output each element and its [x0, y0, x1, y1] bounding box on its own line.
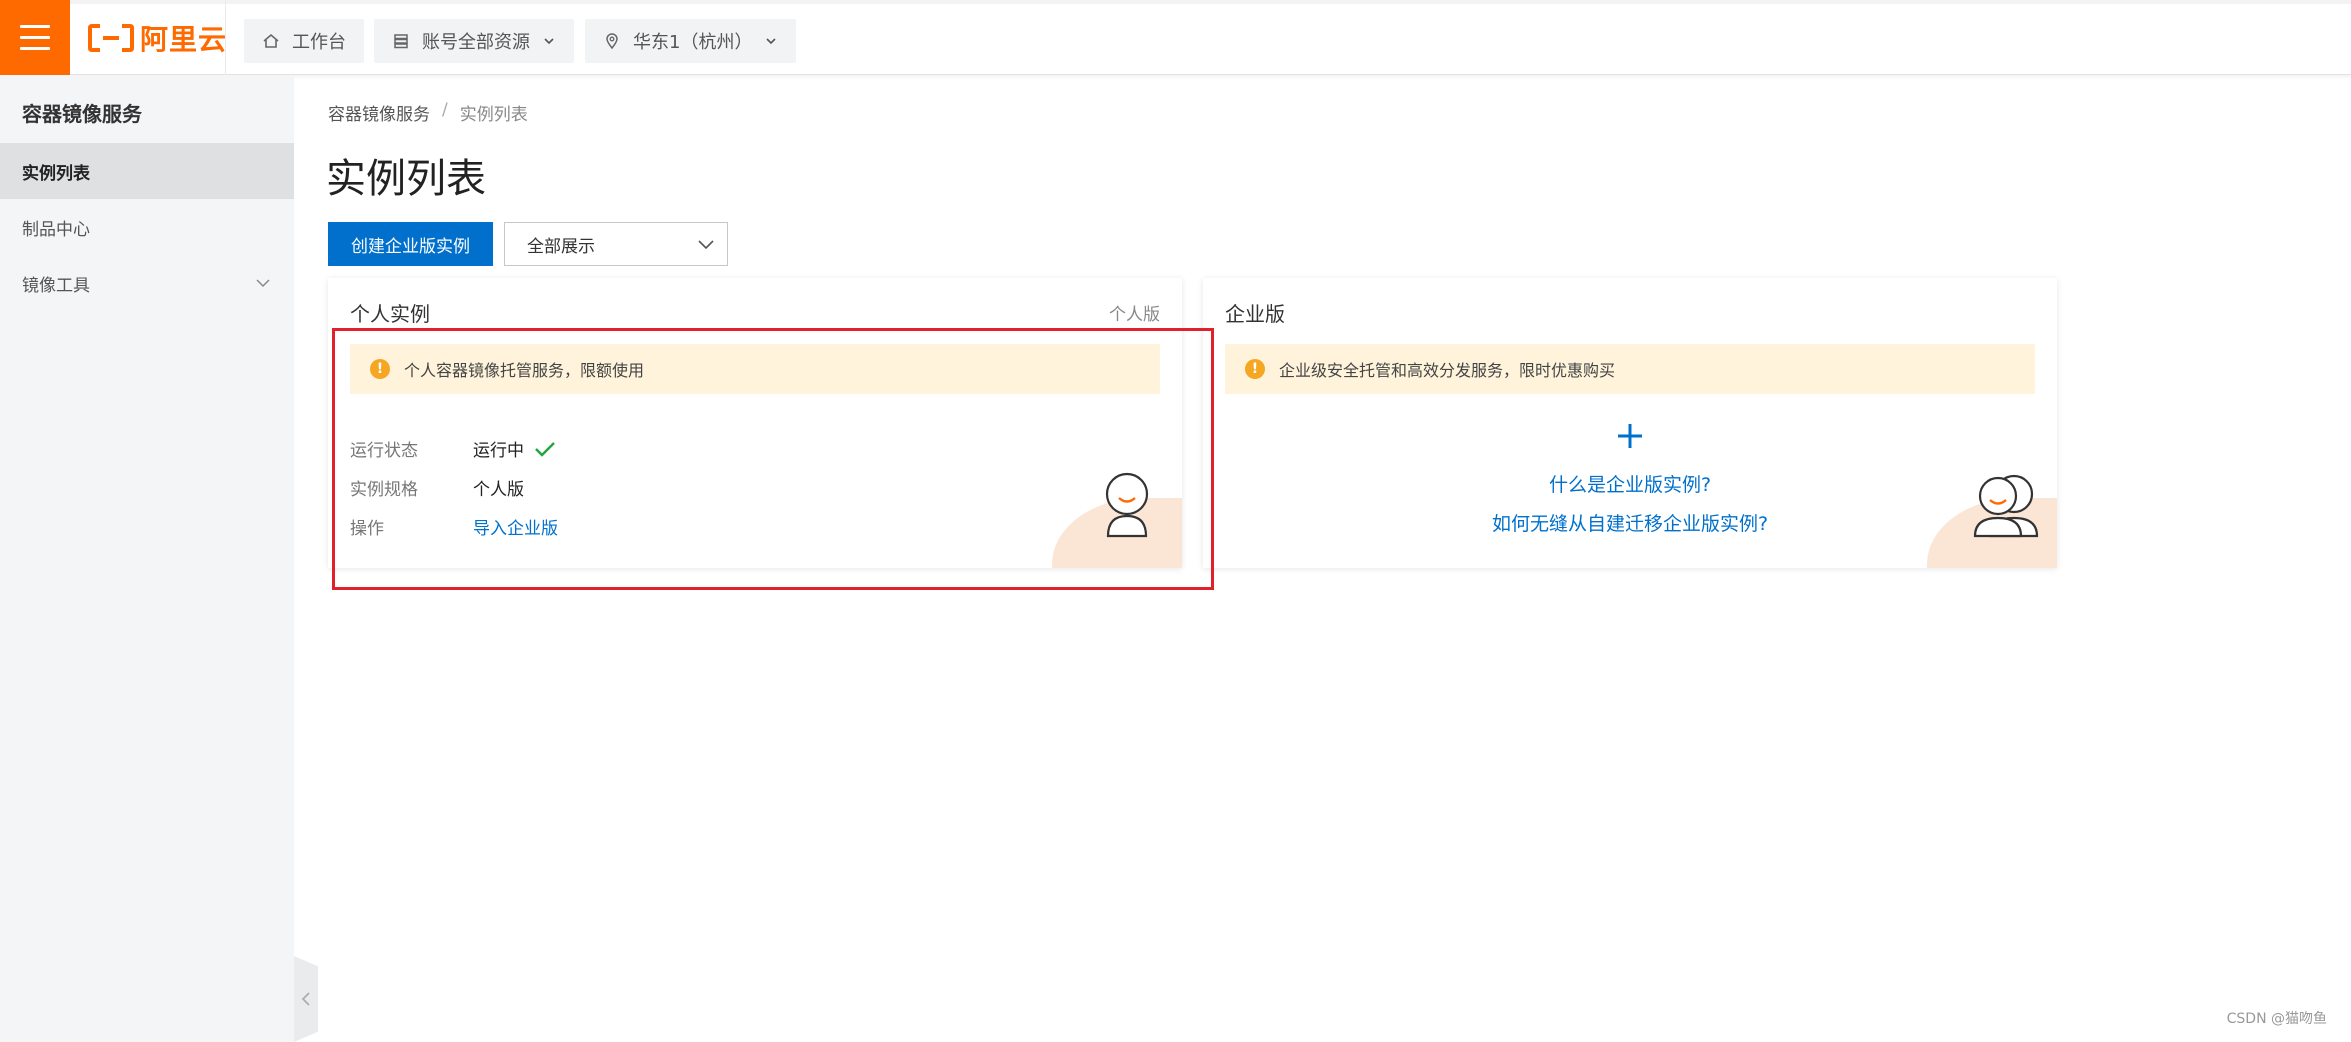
watermark: CSDN @猫吻鱼	[2226, 1011, 2327, 1027]
chevron-down-icon	[766, 38, 777, 45]
migrate-enterprise-link[interactable]: 如何无缝从自建迁移企业版实例?	[1203, 509, 2057, 536]
create-enterprise-instance-button[interactable]: 创建企业版实例	[328, 222, 493, 266]
sidebar-item-instance-list[interactable]: 实例列表	[0, 143, 294, 199]
sidebar-item-label: 制品中心	[22, 219, 90, 240]
sidebar-item-label: 实例列表	[22, 163, 90, 184]
menu-icon-line	[20, 25, 50, 28]
card-title: 企业版	[1225, 302, 1285, 326]
sidebar-item-image-tools[interactable]: 镜像工具	[0, 255, 294, 311]
annotation-highlight-box	[332, 328, 1214, 590]
region-dropdown[interactable]: 华东1（杭州）	[585, 19, 797, 63]
breadcrumb: 容器镜像服务 / 实例列表	[328, 100, 528, 125]
stack-icon	[394, 34, 408, 49]
sidebar-item-artifact-center[interactable]: 制品中心	[0, 199, 294, 255]
workbench-label: 工作台	[292, 32, 346, 53]
what-is-enterprise-link[interactable]: 什么是企业版实例?	[1203, 470, 2057, 497]
divider	[225, 0, 226, 75]
filter-select-value: 全部展示	[527, 236, 595, 257]
menu-icon-line	[20, 47, 50, 50]
create-enterprise-plus-button[interactable]	[1203, 422, 2057, 454]
aliyun-logo-icon	[88, 24, 134, 52]
plus-icon	[1618, 424, 1642, 448]
region-label: 华东1（杭州）	[633, 32, 753, 53]
sidebar-item-label: 镜像工具	[22, 275, 90, 296]
top-strip	[0, 0, 2351, 4]
account-resources-dropdown[interactable]: 账号全部资源	[374, 19, 574, 63]
chevron-down-icon	[544, 38, 554, 45]
enterprise-instance-card[interactable]: 企业版 ! 企业级安全托管和高效分发服务，限时优惠购买 什么是企业版实例? 如何…	[1203, 278, 2057, 568]
home-icon	[263, 33, 279, 48]
breadcrumb-separator: /	[442, 100, 448, 120]
sidebar: 容器镜像服务 实例列表 制品中心 镜像工具	[0, 76, 294, 1042]
chevron-left-icon	[301, 992, 310, 1006]
chevron-down-icon	[698, 240, 714, 250]
group-icon	[1973, 474, 2039, 538]
top-bar: 阿里云 工作台 账号全部资源 华东1（杭州）	[0, 0, 2351, 75]
sidebar-title: 容器镜像服务	[22, 102, 142, 126]
menu-icon-line	[20, 36, 50, 39]
chevron-down-icon	[256, 279, 270, 288]
breadcrumb-root-link[interactable]: 容器镜像服务	[328, 100, 430, 125]
sidebar-collapse-button[interactable]	[294, 956, 318, 1042]
location-icon	[606, 33, 618, 50]
notice-banner: ! 企业级安全托管和高效分发服务，限时优惠购买	[1225, 344, 2035, 394]
hamburger-menu-button[interactable]	[0, 0, 70, 75]
edition-tag: 个人版	[1109, 305, 1160, 325]
notice-text: 企业级安全托管和高效分发服务，限时优惠购买	[1279, 361, 1616, 380]
filter-select[interactable]: 全部展示	[504, 222, 728, 266]
warning-icon: !	[1245, 359, 1265, 379]
account-resources-label: 账号全部资源	[422, 32, 530, 53]
breadcrumb-current: 实例列表	[459, 105, 528, 125]
card-title: 个人实例	[350, 302, 430, 326]
aliyun-logo[interactable]: 阿里云	[88, 20, 227, 56]
page-title: 实例列表	[326, 156, 486, 202]
logo-text: 阿里云	[140, 23, 228, 56]
workbench-button[interactable]: 工作台	[244, 19, 364, 63]
